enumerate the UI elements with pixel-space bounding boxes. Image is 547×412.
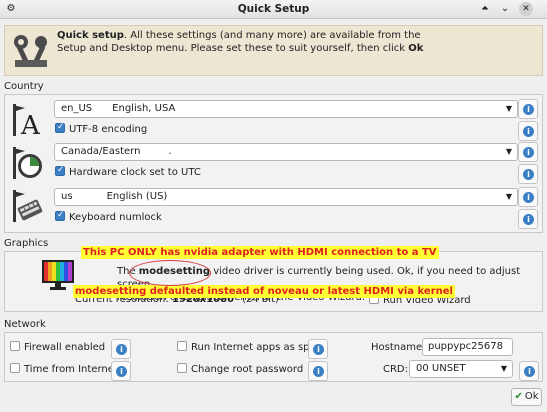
chevron-down-icon: ▼ bbox=[500, 364, 507, 373]
chevron-down-icon: ▼ bbox=[505, 104, 512, 113]
intro-text-line1: . All these settings (and many more) are… bbox=[123, 30, 421, 41]
crd-info-button[interactable]: i bbox=[519, 361, 539, 381]
timezone-select[interactable]: Canada/Eastern. ▼ bbox=[54, 143, 518, 161]
keyboard-select[interactable]: us English (US) ▼ bbox=[54, 188, 518, 206]
window-title: Quick Setup bbox=[237, 3, 310, 15]
locale-info-button[interactable]: i bbox=[518, 99, 538, 119]
checkmark-icon: ✔ bbox=[514, 391, 523, 402]
graphics-label: Graphics bbox=[4, 238, 49, 249]
locale-select[interactable]: en_US English, USA ▼ bbox=[54, 100, 518, 118]
time-internet-checkbox[interactable]: Time from Internet bbox=[10, 363, 118, 377]
network-panel: Firewall enabled i Run Internet apps as … bbox=[4, 332, 543, 382]
info-icon: i bbox=[524, 366, 535, 377]
utf8-info-button[interactable]: i bbox=[518, 121, 538, 141]
utf8-checkbox[interactable]: UTF-8 encoding bbox=[55, 121, 147, 137]
timezone-info-button[interactable]: i bbox=[518, 142, 538, 162]
hwclock-checkbox[interactable]: Hardware clock set to UTC bbox=[55, 164, 201, 180]
numlock-checkbox[interactable]: Keyboard numlock bbox=[55, 209, 162, 225]
annotation-nvidia: This PC ONLY has nvidia adapter with HDM… bbox=[81, 246, 439, 259]
clock-icon bbox=[13, 147, 42, 179]
svg-text:A: A bbox=[20, 111, 41, 138]
toolbox-icon bbox=[14, 35, 47, 67]
internet-spot-checkbox[interactable]: Run Internet apps as spot bbox=[177, 341, 320, 355]
chevron-down-icon: ▼ bbox=[505, 192, 512, 201]
numlock-info-button[interactable]: i bbox=[518, 209, 538, 229]
country-panel: A en_USEnglish, USA ▼ i UTF-8 encoding i… bbox=[4, 94, 543, 233]
hostname-label: Hostname: bbox=[371, 342, 426, 353]
intro-banner: Quick setup. All these settings (and man… bbox=[4, 25, 543, 76]
pin-icon[interactable]: ⏶ bbox=[478, 2, 492, 16]
info-icon: i bbox=[523, 192, 534, 203]
root-password-checkbox[interactable]: Change root password bbox=[177, 363, 303, 377]
info-icon: i bbox=[523, 214, 534, 225]
network-label: Network bbox=[4, 319, 46, 330]
font-icon: A bbox=[13, 104, 41, 138]
chevron-down-icon: ▼ bbox=[505, 147, 512, 156]
info-icon: i bbox=[523, 104, 534, 115]
minimize-icon[interactable]: ⌄ bbox=[498, 2, 512, 16]
info-icon: i bbox=[313, 344, 324, 355]
intro-ok-word: Ok bbox=[408, 43, 424, 54]
keyboard-icon bbox=[13, 190, 43, 222]
info-icon: i bbox=[523, 147, 534, 158]
root-password-info-button[interactable]: i bbox=[308, 361, 328, 381]
info-icon: i bbox=[116, 366, 127, 377]
country-label: Country bbox=[4, 81, 44, 92]
intro-heading: Quick setup bbox=[57, 30, 124, 41]
crd-label: CRD: bbox=[383, 364, 408, 375]
ok-button[interactable]: ✔ Ok bbox=[511, 388, 542, 406]
time-internet-info-button[interactable]: i bbox=[111, 361, 131, 381]
info-icon: i bbox=[116, 344, 127, 355]
crd-select[interactable]: 00 UNSET ▼ bbox=[409, 360, 513, 378]
annotation-modesetting: modesetting defaulted instead of noveau … bbox=[73, 285, 455, 298]
highlight-ellipse bbox=[129, 260, 211, 286]
title-bar: ⚙ Quick Setup ⏶ ⌄ ✕ bbox=[0, 0, 547, 19]
firewall-checkbox[interactable]: Firewall enabled bbox=[10, 341, 105, 355]
hostname-input[interactable]: puppypc25678 bbox=[422, 338, 513, 356]
keyboard-info-button[interactable]: i bbox=[518, 187, 538, 207]
intro-text: Quick setup. All these settings (and man… bbox=[57, 29, 527, 55]
info-icon: i bbox=[313, 366, 324, 377]
graphics-panel: The modesetting video driver is currentl… bbox=[4, 246, 543, 312]
hwclock-info-button[interactable]: i bbox=[518, 164, 538, 184]
monitor-icon bbox=[42, 260, 74, 290]
info-icon: i bbox=[523, 169, 534, 180]
firewall-info-button[interactable]: i bbox=[111, 339, 131, 359]
info-icon: i bbox=[523, 126, 534, 137]
internet-spot-info-button[interactable]: i bbox=[308, 339, 328, 359]
intro-text-line2: Setup and Desktop menu. Please set these… bbox=[57, 43, 409, 54]
close-icon[interactable]: ✕ bbox=[519, 2, 533, 16]
